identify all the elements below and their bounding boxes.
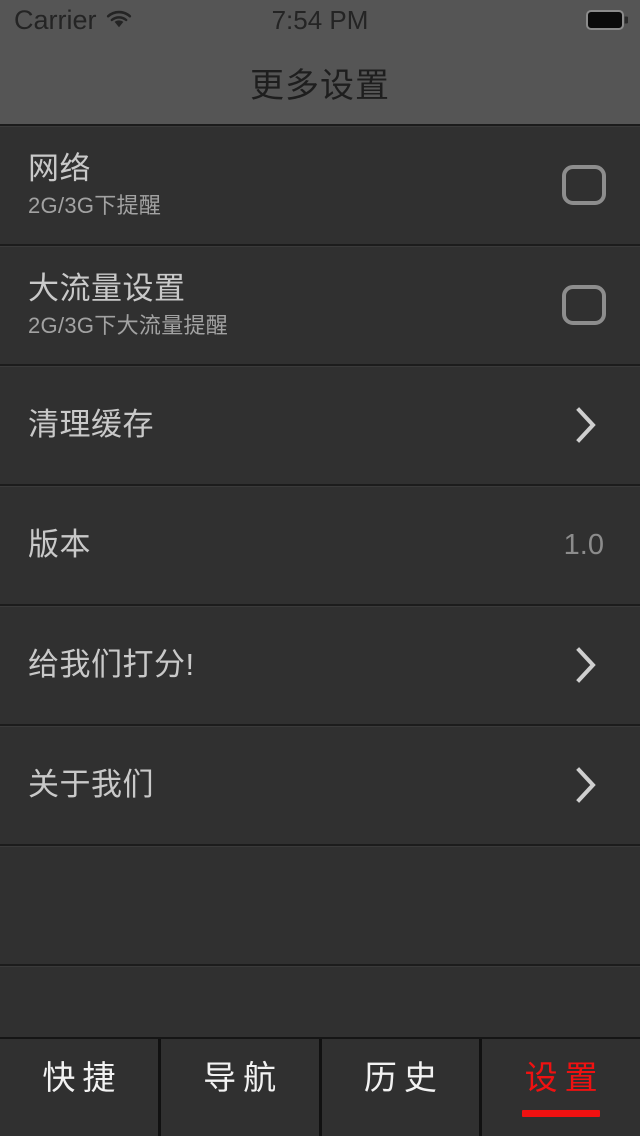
row-text-block: 关于我们 xyxy=(28,766,574,804)
tab-shortcut[interactable]: 快捷 xyxy=(0,1039,161,1136)
checkbox-unchecked-icon[interactable] xyxy=(562,165,606,205)
settings-row-empty-1 xyxy=(0,846,640,966)
row-title: 版本 xyxy=(28,527,91,562)
page-title: 更多设置 xyxy=(250,66,390,105)
tab-label: 导航 xyxy=(203,1059,284,1096)
tab-active-indicator xyxy=(522,1110,601,1117)
tab-label: 设置 xyxy=(524,1059,605,1096)
status-bar-clock: 7:54 PM xyxy=(271,5,369,35)
settings-row-clear-cache[interactable]: 清理缓存 xyxy=(0,366,640,486)
tab-settings[interactable]: 设置 xyxy=(482,1039,640,1136)
row-text-block: 版本 xyxy=(28,526,564,564)
tab-bar: 快捷 导航 历史 设置 xyxy=(0,1037,640,1136)
row-text-block: 网络 2G/3G下提醒 xyxy=(28,150,562,220)
row-subtitle: 2G/3G下大流量提醒 xyxy=(28,313,229,338)
tab-label: 历史 xyxy=(363,1059,444,1096)
status-bar-right xyxy=(586,0,629,40)
settings-row-rate-us[interactable]: 给我们打分! xyxy=(0,606,640,726)
row-text-block: 清理缓存 xyxy=(28,406,574,444)
version-value: 1.0 xyxy=(563,528,604,561)
row-title: 网络 xyxy=(28,151,91,186)
navigation-bar: 更多设置 xyxy=(0,40,640,126)
settings-list: 网络 2G/3G下提醒 大流量设置 2G/3G下大流量提醒 清理缓存 版本 1.… xyxy=(0,126,640,1037)
row-title: 清理缓存 xyxy=(28,407,154,442)
checkbox-unchecked-icon[interactable] xyxy=(562,285,606,325)
tab-history[interactable]: 历史 xyxy=(322,1039,483,1136)
row-subtitle: 2G/3G下提醒 xyxy=(28,193,162,218)
tab-navigation[interactable]: 导航 xyxy=(161,1039,322,1136)
chevron-right-icon xyxy=(574,646,598,684)
settings-row-network[interactable]: 网络 2G/3G下提醒 xyxy=(0,126,640,246)
settings-row-empty-2 xyxy=(0,966,640,1037)
chevron-right-icon xyxy=(574,766,598,804)
settings-row-version: 版本 1.0 xyxy=(0,486,640,606)
row-title: 关于我们 xyxy=(28,767,154,802)
tab-label: 快捷 xyxy=(42,1059,123,1096)
settings-row-large-traffic[interactable]: 大流量设置 2G/3G下大流量提醒 xyxy=(0,246,640,366)
row-text-block: 大流量设置 2G/3G下大流量提醒 xyxy=(28,270,562,340)
row-title: 大流量设置 xyxy=(28,271,186,306)
app-screen: Carrier 7:54 PM 更多设置 网络 2G/3G下提醒 大流量设置 2… xyxy=(0,0,640,1136)
chevron-right-icon xyxy=(574,406,598,444)
status-bar: Carrier 7:54 PM xyxy=(0,0,640,40)
row-title: 给我们打分! xyxy=(28,647,195,682)
row-text-block: 给我们打分! xyxy=(28,646,574,684)
settings-row-about-us[interactable]: 关于我们 xyxy=(0,726,640,846)
battery-full-icon xyxy=(586,10,629,30)
